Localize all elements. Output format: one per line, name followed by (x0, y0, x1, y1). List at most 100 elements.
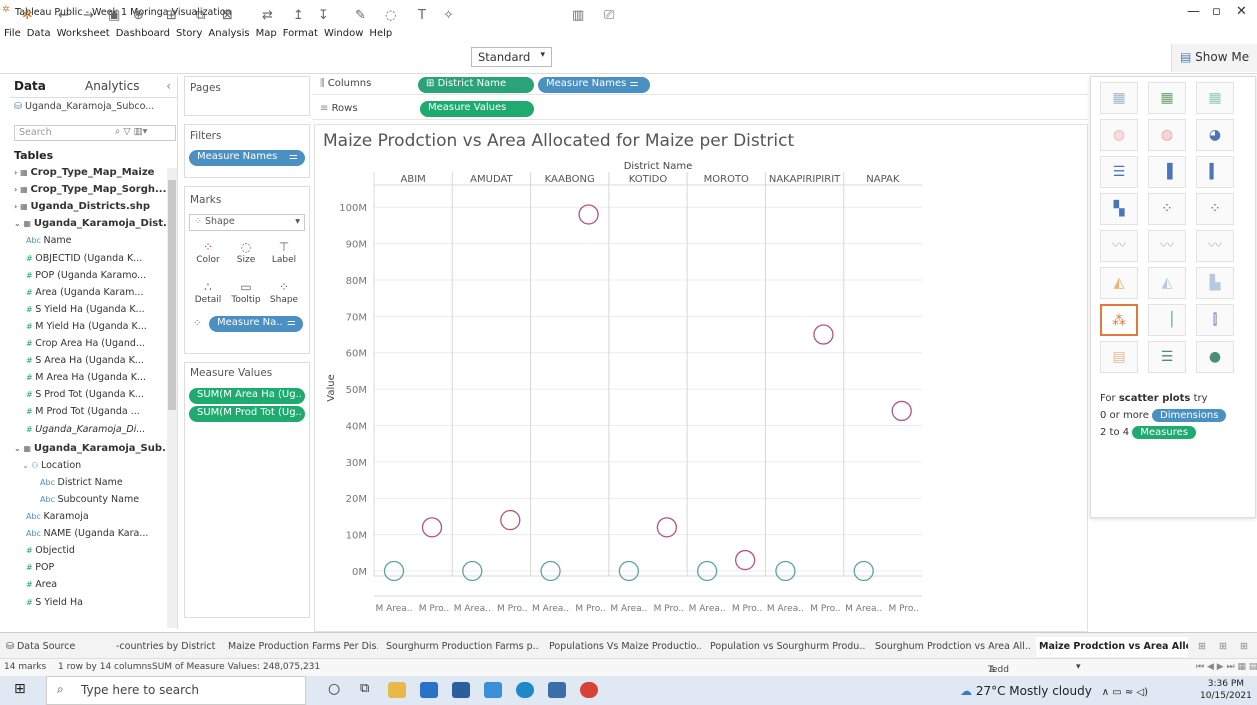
sheet-tab[interactable]: Sourghum Prodction vs Area All... (875, 641, 1031, 652)
menu-map[interactable]: Map (256, 28, 277, 39)
label-icon[interactable]: T (418, 8, 426, 23)
show-me-chart-option[interactable]: ▦ (1100, 82, 1138, 114)
show-me-chart-option[interactable]: 〰 (1148, 230, 1186, 262)
show-me-chart-option[interactable]: ☰ (1148, 341, 1186, 373)
new-story-icon[interactable]: ⊞ (1240, 641, 1248, 652)
field-item[interactable]: # M Prod Tot (Uganda ... (26, 406, 140, 417)
fit-dropdown[interactable]: Standard ▾ (471, 47, 552, 67)
label-button[interactable]: ⊤ Label (267, 237, 301, 275)
pin-icon[interactable]: ✧ (443, 8, 454, 23)
clock[interactable]: 3:36 PM 10/15/2021 (1200, 678, 1252, 702)
show-me-chart-option[interactable]: ◍ (1100, 119, 1138, 151)
field-item[interactable]: Abc NAME (Uganda Kara... (26, 528, 148, 539)
show-me-chart-option[interactable]: 〰 (1196, 230, 1234, 262)
sort-desc-icon[interactable]: ↧ (318, 8, 329, 23)
show-me-chart-option[interactable]: ◭ (1100, 267, 1138, 299)
field-item[interactable]: # M Yield Ha (Uganda K... (26, 321, 147, 332)
shape-button[interactable]: ⁘ Shape (267, 277, 301, 315)
maximize-icon[interactable]: ▫ (1212, 4, 1221, 19)
new-datasource-icon[interactable]: ⊕ (133, 8, 144, 23)
measure-value-pill-prod[interactable]: SUM(M Prod Tot (Ug.. (189, 406, 305, 422)
chrome-icon[interactable] (580, 682, 598, 698)
field-item[interactable]: # S Prod Tot (Uganda K... (26, 389, 144, 400)
filter-pill-measure-names[interactable]: Measure Names ⚌ (189, 150, 305, 166)
tableau-icon[interactable]: ✲ (22, 8, 33, 23)
measure-value-pill-area[interactable]: SUM(M Area Ha (Ug.. (189, 388, 305, 404)
field-item[interactable]: ⌄ ⚇ Location (22, 460, 81, 471)
size-button[interactable]: ◌ Size (229, 237, 263, 275)
column-pill-measure-names[interactable]: Measure Names ⚌ (538, 77, 650, 93)
menu-dashboard[interactable]: Dashboard (116, 28, 170, 39)
sheet-tab[interactable]: Maize Production Farms Per Dis... (228, 641, 378, 652)
search-icon[interactable]: ⌕ ▽ ▥▾ (115, 126, 147, 137)
highlight-icon[interactable]: ✎ (355, 8, 366, 23)
show-me-chart-option[interactable]: ▦ (1196, 82, 1234, 114)
sheet-tab[interactable]: Populations Vs Maize Productio... (549, 641, 701, 652)
forward-icon[interactable]: → (83, 8, 94, 23)
show-me-chart-option[interactable]: ⁘ (1148, 193, 1186, 225)
field-item[interactable]: # M Area Ha (Uganda K... (26, 372, 146, 383)
new-worksheet-icon[interactable]: ⊞ (1198, 641, 1206, 652)
save-icon[interactable]: ▣ (108, 8, 120, 23)
tableau-taskbar-icon[interactable] (548, 682, 566, 698)
column-pill-district-name[interactable]: ⊞ District Name (418, 77, 534, 93)
sheet-tab[interactable]: Population vs Sourghurm Produ... (710, 641, 866, 652)
show-me-chart-option[interactable]: ▦ (1148, 82, 1186, 114)
file-explorer-icon[interactable] (388, 682, 406, 698)
show-me-chart-option[interactable]: ◭ (1148, 267, 1186, 299)
show-me-chart-option[interactable]: ▐ (1148, 156, 1186, 188)
sheet-tab[interactable]: -countries by District (116, 641, 222, 652)
field-item[interactable]: # Objectid (26, 545, 75, 556)
weather-widget[interactable]: ☁ 27°C Mostly cloudy ∧ ▭ ≈ ◁) (960, 684, 1148, 698)
mail-icon[interactable] (420, 682, 438, 698)
show-cards-icon[interactable]: ▥ (572, 8, 584, 23)
field-item[interactable]: › ▦ Crop_Type_Map_Sorgh... (14, 184, 166, 195)
field-item[interactable]: # Uganda_Karamoja_Di... (26, 424, 145, 435)
mark-type-dropdown[interactable]: ⁘ Shape ▾ (189, 214, 305, 231)
tab-data[interactable]: Data (14, 79, 46, 93)
field-item[interactable]: › ▦ Crop_Type_Map_Maize (14, 167, 154, 178)
close-icon[interactable]: ✕ (1236, 4, 1247, 19)
field-item[interactable]: Abc Subcounty Name (40, 494, 139, 505)
tab-analytics[interactable]: Analytics (85, 79, 140, 93)
clear-icon[interactable]: ⊠ (222, 8, 233, 23)
field-item[interactable]: Abc Name (26, 235, 72, 246)
menu-data[interactable]: Data (27, 28, 51, 39)
taskbar-search[interactable]: ⌕ Type here to search (46, 676, 306, 705)
sheet-tab[interactable]: Sourghurm Production Farms p... (386, 641, 538, 652)
task-view-icon[interactable]: ⧉ (360, 681, 369, 696)
edge-icon[interactable] (516, 682, 534, 698)
field-item[interactable]: ⌄ ▦ Uganda_Karamoja_Dist... (14, 218, 174, 229)
group-icon[interactable]: ◌ (385, 8, 396, 23)
new-dashboard-icon[interactable]: ⊞ (1219, 641, 1227, 652)
presentation-icon[interactable]: ⎚ (604, 8, 614, 23)
windows-start-icon[interactable]: ⊞ (14, 681, 26, 697)
menu-help[interactable]: Help (369, 28, 392, 39)
show-me-chart-option[interactable]: ● (1196, 341, 1234, 373)
minimize-icon[interactable]: — (1187, 4, 1200, 19)
new-worksheet-icon[interactable]: ⊞ (166, 8, 177, 23)
show-me-button[interactable]: ▤ Show Me (1171, 44, 1257, 72)
cortana-icon[interactable]: ○ (328, 681, 340, 697)
field-item[interactable]: # POP (26, 562, 54, 573)
field-item[interactable]: # POP (Uganda Karamo... (26, 270, 146, 281)
show-me-chart-option[interactable]: ⫿ (1196, 304, 1234, 336)
field-item[interactable]: # S Yield Ha (26, 597, 83, 608)
menu-analysis[interactable]: Analysis (208, 28, 249, 39)
detail-button[interactable]: ∴ Detail (191, 277, 225, 315)
scrollbar-thumb[interactable] (168, 180, 176, 410)
datasource-name[interactable]: ⛁ Uganda_Karamoja_Subco... (14, 101, 154, 112)
data-pane-scrollbar[interactable] (167, 168, 177, 628)
color-button[interactable]: ⁘ Color (191, 237, 225, 275)
show-me-chart-option[interactable]: ◕ (1196, 119, 1234, 151)
field-item[interactable]: # S Yield Ha (Uganda K... (26, 304, 145, 315)
show-me-chart-option[interactable]: ☰ (1100, 156, 1138, 188)
sort-asc-icon[interactable]: ↥ (293, 8, 304, 23)
back-icon[interactable]: ← (58, 8, 69, 23)
menu-story[interactable]: Story (176, 28, 202, 39)
tab-data-source[interactable]: ⛁ Data Source (6, 641, 116, 652)
store-icon[interactable] (452, 682, 470, 698)
show-me-chart-option[interactable]: ⁘ (1196, 193, 1234, 225)
field-item[interactable]: Abc Karamoja (26, 511, 89, 522)
show-me-chart-option[interactable]: ▕ (1148, 304, 1186, 336)
